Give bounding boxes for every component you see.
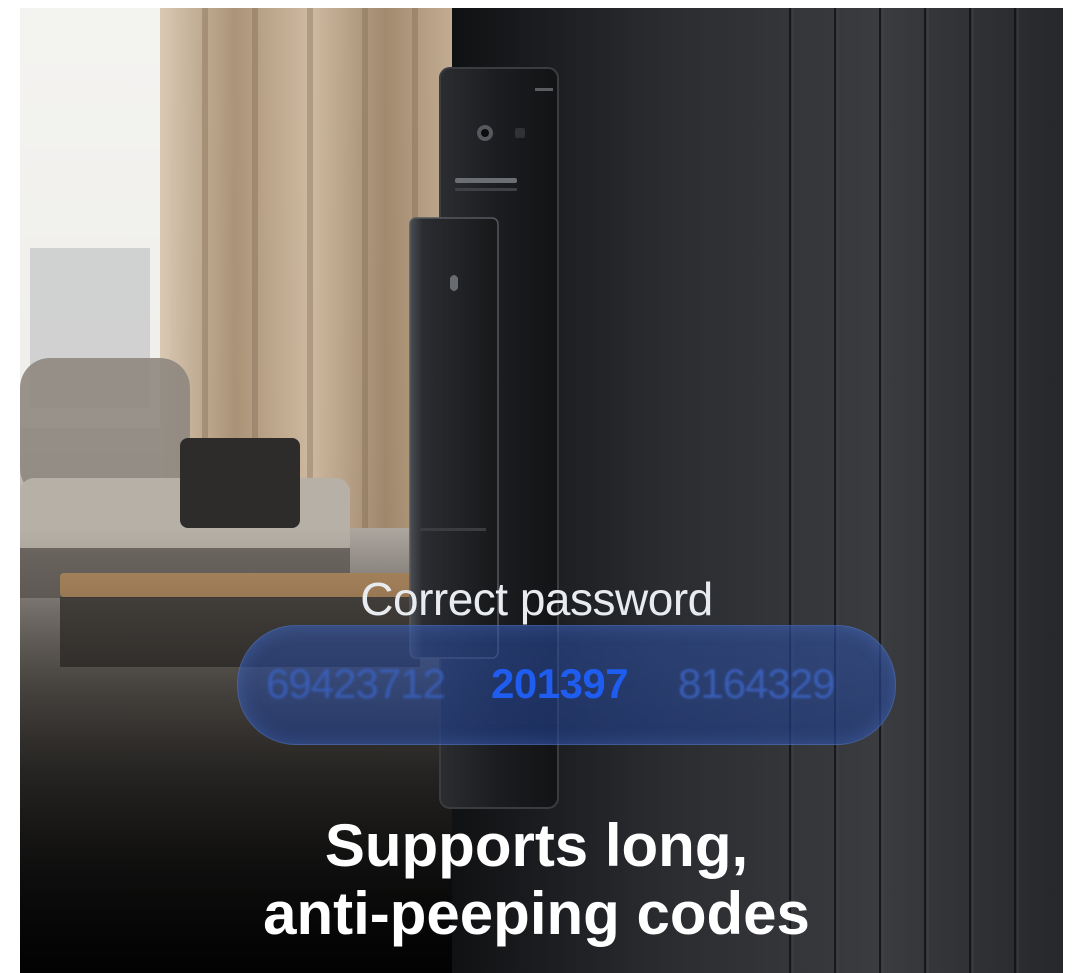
decoy-code-left: 69423712 xyxy=(266,660,446,707)
headline-line-1: Supports long, xyxy=(324,812,749,879)
headline-line-2: anti-peeping codes xyxy=(263,880,810,947)
correct-code: 201397 xyxy=(491,660,629,707)
fingerprint-icon xyxy=(450,275,458,291)
feature-headline: Supports long, anti-peeping codes xyxy=(0,812,1073,948)
password-status-label: Correct password xyxy=(360,573,713,625)
decoy-code-right: 8164329 xyxy=(678,660,836,707)
